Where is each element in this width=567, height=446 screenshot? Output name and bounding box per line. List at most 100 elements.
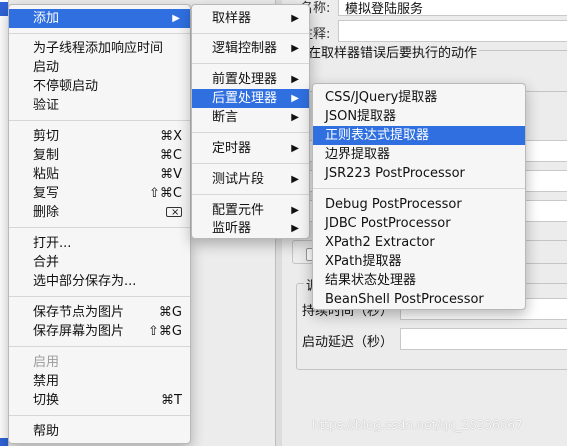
- menu-item-merge[interactable]: 合并: [9, 253, 190, 272]
- submenu-arrow-icon: ▶: [291, 143, 299, 154]
- menu-item-label: CSS/JQuery提取器: [325, 90, 438, 105]
- submenu-item-config-element[interactable]: 配置元件 ▶: [192, 201, 309, 220]
- menu-item-label: 保存节点为图片: [33, 305, 125, 320]
- menu-item-open[interactable]: 打开...: [9, 234, 190, 253]
- submenu-item-logic-controller[interactable]: 逻辑控制器 ▶: [192, 39, 309, 58]
- submenu-arrow-icon: ▶: [291, 112, 299, 123]
- menu-separator: [9, 346, 190, 347]
- menu-item-label: 取样器: [212, 11, 252, 26]
- menu-item-label: 为子线程添加响应时间: [33, 41, 164, 56]
- watermark: https://blog.csdn.net/qq_28336067: [312, 418, 523, 432]
- shortcut-save-node-image: ⌘G: [158, 305, 182, 320]
- startup-delay-label: 启动延迟（秒）: [302, 335, 394, 350]
- menu-item-start-no-pause[interactable]: 不停顿启动: [9, 77, 190, 96]
- submenu-item-post-processor[interactable]: 后置处理器 ▶: [192, 89, 309, 108]
- menu-item-help[interactable]: 帮助: [9, 422, 190, 441]
- menu-item-label: 配置元件: [212, 203, 265, 218]
- add-submenu: 取样器 ▶ 逻辑控制器 ▶ 前置处理器 ▶ 后置处理器 ▶ 断言 ▶ 定时器 ▶…: [191, 4, 310, 239]
- menu-item-add[interactable]: 添加 ▶: [9, 9, 190, 28]
- submenu-arrow-icon: ▶: [291, 223, 299, 234]
- comment-field[interactable]: [338, 20, 567, 42]
- name-field[interactable]: 模拟登陆服务: [338, 0, 567, 17]
- tree-selected-node[interactable]: [0, 2, 8, 16]
- submenu-item-listener[interactable]: 监听器 ▶: [192, 219, 309, 238]
- menu-separator: [9, 120, 190, 121]
- submenu-arrow-icon: ▶: [291, 174, 299, 185]
- menu-item-label: 结果状态处理器: [325, 273, 417, 288]
- menu-item-start[interactable]: 启动: [9, 58, 190, 77]
- menu-separator: [192, 33, 309, 34]
- menu-item-label: 帮助: [33, 424, 60, 439]
- startup-delay-field[interactable]: [400, 328, 567, 350]
- menu-separator: [192, 132, 309, 133]
- menu-item-label: 合并: [33, 255, 60, 270]
- pp-item-json-extractor[interactable]: JSON提取器: [313, 107, 525, 126]
- tree-node-marker: [0, 438, 8, 446]
- pp-item-regex-extractor[interactable]: 正则表达式提取器: [313, 126, 525, 145]
- shortcut-cut: ⌘X: [160, 129, 182, 144]
- menu-separator: [192, 194, 309, 195]
- pp-item-boundary-extractor[interactable]: 边界提取器: [313, 145, 525, 164]
- menu-item-label: 后置处理器: [212, 91, 278, 106]
- menu-item-label: 复制: [33, 148, 60, 163]
- submenu-arrow-icon: ▶: [291, 93, 299, 104]
- menu-item-toggle[interactable]: 切换 ⌘T: [9, 391, 190, 410]
- menu-item-label: XPath提取器: [325, 254, 402, 269]
- menu-item-label: 启动: [33, 60, 60, 75]
- menu-separator: [9, 415, 190, 416]
- menu-item-label: 正则表达式提取器: [325, 128, 430, 143]
- error-action-label: 在取样器错误后要执行的动作: [306, 42, 480, 61]
- menu-item-save-node-image[interactable]: 保存节点为图片 ⌘G: [9, 303, 190, 322]
- submenu-arrow-icon: ▶: [291, 43, 299, 54]
- menu-item-label: 前置处理器: [212, 72, 278, 87]
- name-field-value: 模拟登陆服务: [345, 2, 424, 17]
- submenu-arrow-icon: ▶: [291, 13, 299, 24]
- menu-item-label: 复写: [33, 186, 60, 201]
- menu-item-duplicate[interactable]: 复写 ⇧⌘C: [9, 184, 190, 203]
- pp-item-debug-postprocessor[interactable]: Debug PostProcessor: [313, 195, 525, 214]
- pp-item-beanshell-postprocessor[interactable]: BeanShell PostProcessor: [313, 290, 525, 309]
- menu-item-label: 切换: [33, 393, 60, 408]
- menu-item-label: 保存屏幕为图片: [33, 324, 125, 339]
- menu-separator: [192, 163, 309, 164]
- pp-item-result-status-handler[interactable]: 结果状态处理器: [313, 271, 525, 290]
- menu-item-label: 添加: [33, 11, 60, 26]
- menu-item-label: 剪切: [33, 129, 60, 144]
- menu-item-disable[interactable]: 禁用: [9, 372, 190, 391]
- menu-item-copy[interactable]: 复制 ⌘C: [9, 146, 190, 165]
- submenu-item-pre-processor[interactable]: 前置处理器 ▶: [192, 70, 309, 89]
- menu-item-label: XPath2 Extractor: [325, 235, 435, 250]
- submenu-arrow-icon: ▶: [172, 13, 180, 24]
- menu-item-label: 测试片段: [212, 172, 265, 187]
- pp-item-jdbc-postprocessor[interactable]: JDBC PostProcessor: [313, 214, 525, 233]
- menu-item-cut[interactable]: 剪切 ⌘X: [9, 127, 190, 146]
- submenu-item-assertion[interactable]: 断言 ▶: [192, 108, 309, 127]
- pp-item-jsr223-postprocessor[interactable]: JSR223 PostProcessor: [313, 164, 525, 183]
- menu-item-validate[interactable]: 验证: [9, 96, 190, 115]
- pp-item-xpath2-extractor[interactable]: XPath2 Extractor: [313, 233, 525, 252]
- pp-item-css-jquery-extractor[interactable]: CSS/JQuery提取器: [313, 88, 525, 107]
- menu-item-label: 禁用: [33, 374, 60, 389]
- menu-item-label: 逻辑控制器: [212, 41, 278, 56]
- shortcut-toggle: ⌘T: [161, 393, 182, 408]
- post-processor-submenu: CSS/JQuery提取器 JSON提取器 正则表达式提取器 边界提取器 JSR…: [312, 83, 526, 310]
- menu-item-label: 选中部分保存为...: [33, 274, 137, 289]
- submenu-item-test-fragment[interactable]: 测试片段 ▶: [192, 170, 309, 189]
- menu-item-label: 粘贴: [33, 167, 60, 182]
- submenu-item-timer[interactable]: 定时器 ▶: [192, 139, 309, 158]
- submenu-item-sampler[interactable]: 取样器 ▶: [192, 9, 309, 28]
- submenu-arrow-icon: ▶: [291, 74, 299, 85]
- menu-item-delete[interactable]: 删除: [9, 203, 190, 222]
- menu-item-save-screen-image[interactable]: 保存屏幕为图片 ⇧⌘G: [9, 322, 190, 341]
- menu-item-label: 验证: [33, 98, 60, 113]
- menu-item-label: JDBC PostProcessor: [325, 216, 451, 231]
- menu-item-label: 边界提取器: [325, 147, 391, 162]
- pp-item-xpath-extractor[interactable]: XPath提取器: [313, 252, 525, 271]
- delete-key-icon: [166, 203, 182, 222]
- menu-separator: [313, 188, 525, 189]
- menu-item-save-selection-as[interactable]: 选中部分保存为...: [9, 272, 190, 291]
- context-menu: 添加 ▶ 为子线程添加响应时间 启动 不停顿启动 验证 剪切 ⌘X 复制 ⌘C …: [8, 4, 191, 444]
- menu-item-paste[interactable]: 粘贴 ⌘V: [9, 165, 190, 184]
- shortcut-paste: ⌘V: [160, 167, 182, 182]
- menu-item-add-response-time[interactable]: 为子线程添加响应时间: [9, 39, 190, 58]
